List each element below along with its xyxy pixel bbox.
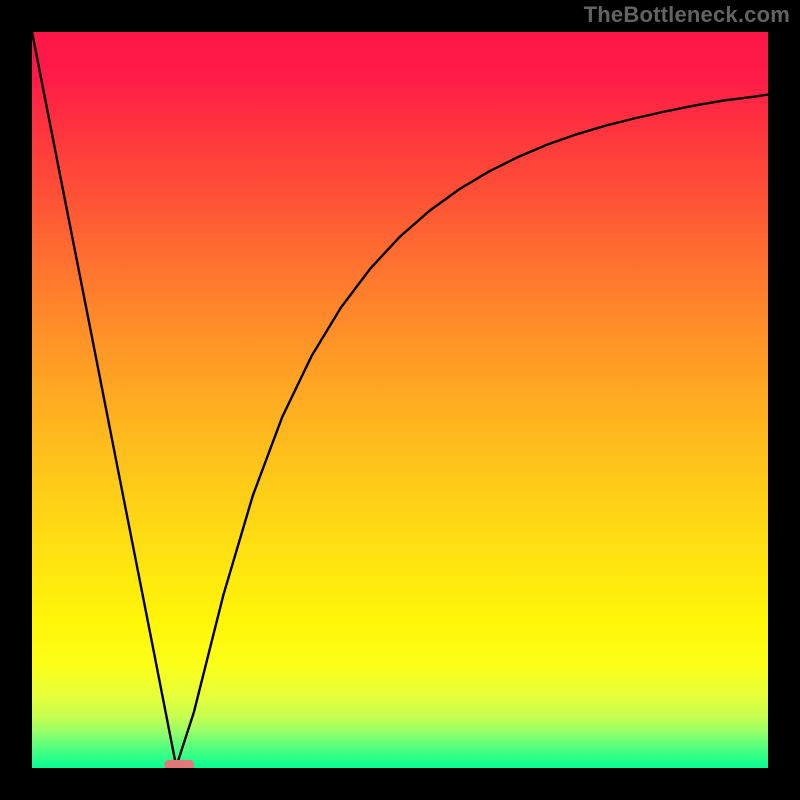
- minimum-marker: [164, 760, 193, 768]
- frame-right: [768, 0, 800, 800]
- bottleneck-curve: [32, 32, 768, 767]
- frame-left: [0, 0, 32, 800]
- plot-svg: [32, 32, 768, 768]
- chart-container: TheBottleneck.com: [0, 0, 800, 800]
- watermark-text: TheBottleneck.com: [584, 2, 790, 28]
- frame-bottom: [0, 768, 800, 800]
